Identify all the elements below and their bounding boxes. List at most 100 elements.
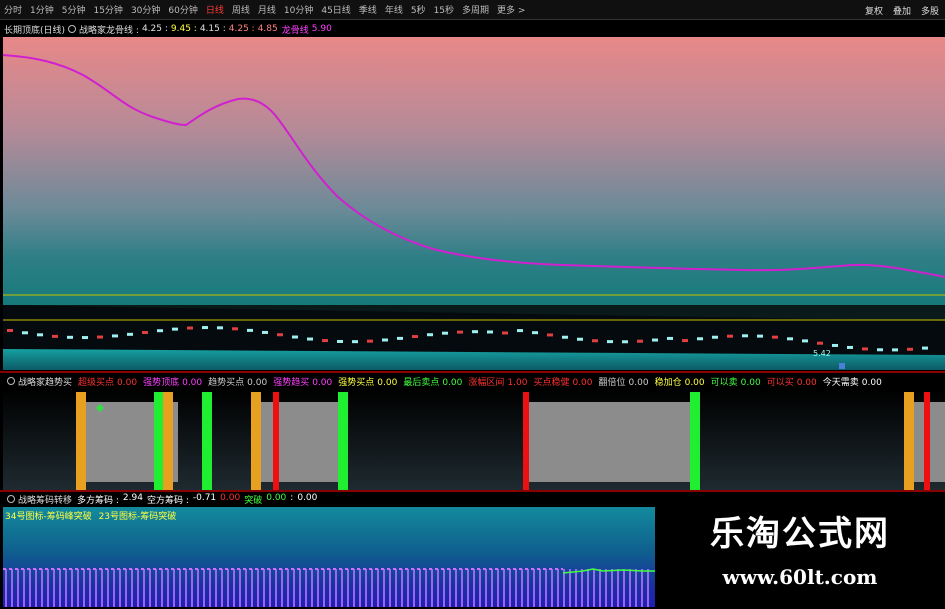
tab-period-15[interactable]: 多周期 <box>462 3 489 16</box>
toolbar-action-1[interactable]: 叠加 <box>893 4 911 17</box>
chip-item: : <box>290 492 294 503</box>
tab-period-5[interactable]: 60分钟 <box>168 3 197 16</box>
gray-band <box>258 402 343 482</box>
candle <box>277 333 283 337</box>
tab-period-8[interactable]: 月线 <box>258 3 276 16</box>
chip-panel-info: 战略筹码转移 多方筹码 :2.94 空方筹码 : -0.71 0.00 突破 0.00:0… <box>0 492 945 506</box>
candle <box>232 327 238 331</box>
chip-bar <box>473 569 475 607</box>
indicator-name: 战略家龙骨线 : <box>79 25 139 36</box>
signal-dot-icon[interactable] <box>7 377 15 385</box>
chip-bar <box>341 569 343 607</box>
chip-bar <box>365 569 367 607</box>
candle <box>757 334 763 338</box>
chip-bar <box>155 569 157 607</box>
candle <box>337 339 343 343</box>
chip-bar <box>329 569 331 607</box>
chip-bar <box>257 569 259 607</box>
panel-separator <box>0 371 945 373</box>
chip-bar <box>581 569 583 607</box>
candle <box>862 347 868 351</box>
candle <box>22 331 28 335</box>
main-chart[interactable]: 5.42 <box>3 37 945 370</box>
chip-bar <box>305 569 307 607</box>
tab-period-4[interactable]: 30分钟 <box>131 3 160 16</box>
chip-title: 战略筹码转移 <box>18 495 73 506</box>
chip-bar <box>593 569 595 607</box>
chip-bar <box>491 569 493 607</box>
signal-item-label: 翻倍位 <box>598 377 626 388</box>
signal-item-value: 0.00 <box>740 377 761 388</box>
candle <box>727 334 733 338</box>
indicator-value: 9.45 : <box>170 24 197 34</box>
chip-bar <box>389 569 391 607</box>
tab-period-7[interactable]: 周线 <box>232 3 250 16</box>
chip-bar <box>347 569 349 607</box>
chip-bar <box>185 569 187 607</box>
tab-period-13[interactable]: 5秒 <box>411 3 426 16</box>
signal-item-value: 0.00 <box>684 377 705 388</box>
chip-legend: 34号图标-筹码峰突破 23号图标-筹码突破 <box>5 509 176 522</box>
chip-panel[interactable]: 34号图标-筹码峰突破 23号图标-筹码突破 <box>3 507 655 607</box>
tab-period-9[interactable]: 10分钟 <box>284 3 313 16</box>
chip-bar <box>71 569 73 607</box>
tab-period-12[interactable]: 年线 <box>385 3 403 16</box>
chip-bar <box>317 569 319 607</box>
chip-bar <box>419 569 421 607</box>
tab-period-1[interactable]: 1分钟 <box>30 3 54 16</box>
signal-panel[interactable] <box>3 390 945 490</box>
chip-bar <box>431 569 433 607</box>
chip-bar <box>227 569 229 607</box>
chip-bar <box>149 569 151 607</box>
toolbar-action-0[interactable]: 复权 <box>865 4 883 17</box>
tab-period-16[interactable]: 更多 > <box>497 3 525 16</box>
chip-bar <box>443 569 445 607</box>
signal-item: 翻倍位 0.00 <box>599 375 649 388</box>
candle <box>247 328 253 332</box>
candle <box>97 335 103 339</box>
tab-period-14[interactable]: 15秒 <box>434 3 454 16</box>
signal-panel-info: 战略家趋势买 超级买点 0.00 强势顶底 0.00 趋势买点 0.00 强势趋买 0.00 强… <box>0 374 945 388</box>
dragon-line-value: 5.90 <box>311 24 332 34</box>
tab-period-0[interactable]: 分时 <box>4 3 22 16</box>
candle <box>577 337 583 341</box>
tab-period-6[interactable]: 日线 <box>206 3 224 16</box>
chip-item: -0.71 <box>192 492 217 503</box>
candle <box>307 337 313 341</box>
candle <box>832 343 838 347</box>
chip-bar <box>275 569 277 607</box>
candle <box>7 329 13 332</box>
candle <box>517 329 523 333</box>
signal-item: 可以买 0.00 <box>767 375 817 388</box>
chip-bar <box>623 569 625 607</box>
tab-period-11[interactable]: 季线 <box>359 3 377 16</box>
chip-bar <box>521 569 523 607</box>
candle <box>802 339 808 343</box>
chip-bar <box>239 569 241 607</box>
candle <box>607 340 613 344</box>
chip-bar <box>221 569 223 607</box>
green-bar <box>690 392 700 490</box>
signal-item-value: 0.00 <box>377 377 398 388</box>
signal-item-label: 今天需卖 <box>822 377 859 388</box>
indicator-value: 4.15 : <box>199 24 226 34</box>
signal-items: 超级买点 0.00 强势顶底 0.00 趋势买点 0.00 强势趋买 0.00 强势买点 0.00… <box>78 375 888 388</box>
candle <box>622 340 628 344</box>
tab-period-3[interactable]: 15分钟 <box>93 3 122 16</box>
candle <box>922 346 928 350</box>
signal-item-label: 稳加仓 <box>654 377 682 388</box>
candle <box>352 340 358 344</box>
signal-item-value: 0.00 <box>796 377 817 388</box>
chip-bar <box>377 569 379 607</box>
chip-dot-icon[interactable] <box>7 495 15 503</box>
chip-bar <box>173 569 175 607</box>
chip-bar <box>311 569 313 607</box>
tab-period-2[interactable]: 5分钟 <box>62 3 86 16</box>
toolbar-action-2[interactable]: 多股 <box>921 4 939 17</box>
tab-period-10[interactable]: 45日线 <box>321 3 350 16</box>
candle <box>847 345 853 349</box>
chip-item: 0.00 <box>220 492 241 503</box>
main-background <box>3 37 945 305</box>
chip-bar <box>23 569 25 607</box>
indicator-dot-icon[interactable] <box>68 25 77 33</box>
